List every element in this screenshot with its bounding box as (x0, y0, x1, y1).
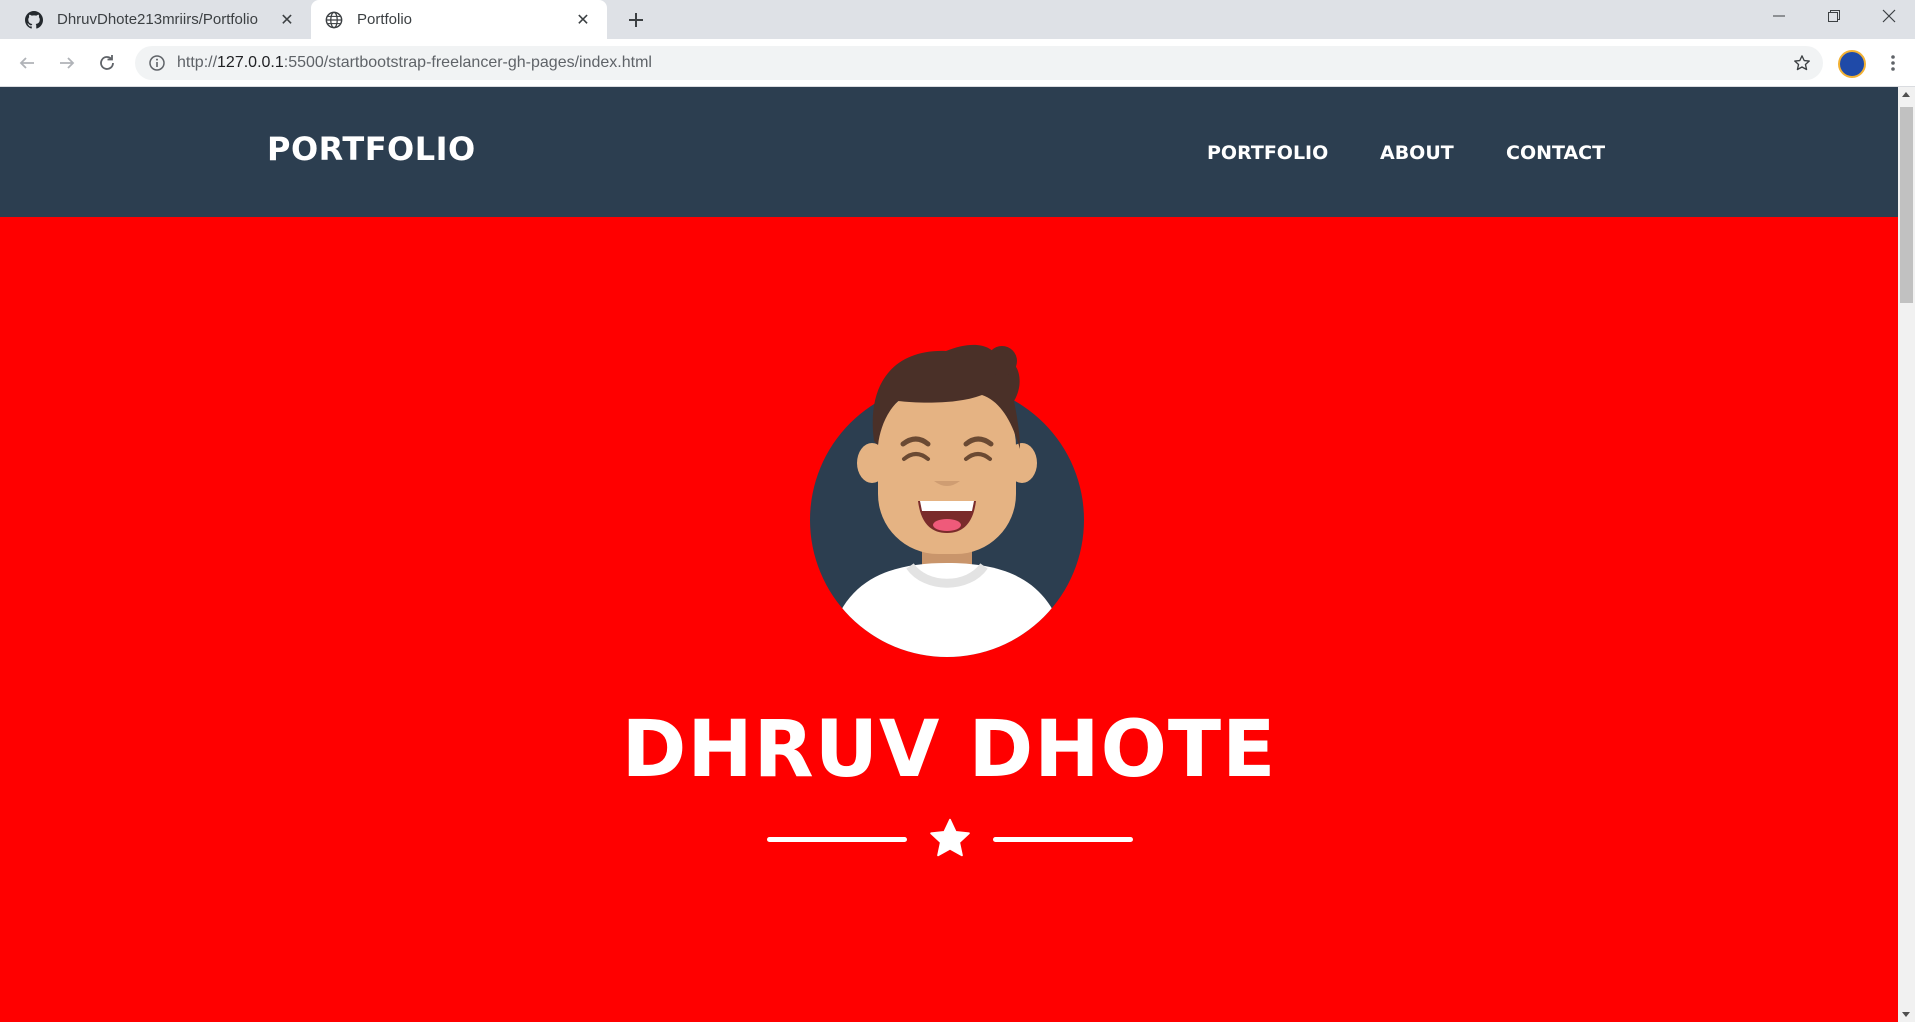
browser-tab-strip: DhruvDhote213mriirs/Portfolio ✕ Portfoli… (0, 0, 1915, 39)
new-tab-button[interactable] (622, 6, 650, 34)
minimize-button[interactable] (1751, 0, 1807, 32)
restore-icon (1828, 10, 1840, 22)
browser-menu-button[interactable] (1879, 49, 1907, 77)
page-viewport: PORTFOLIO PORTFOLIO ABOUT CONTACT DHRUV … (0, 87, 1898, 1022)
url-host: 127.0.0.1 (217, 54, 284, 71)
nav-link-portfolio[interactable]: PORTFOLIO (1207, 142, 1328, 164)
reload-button[interactable] (93, 49, 121, 77)
masthead-title: DHRUV DHOTE (621, 705, 1277, 795)
nav-link-about[interactable]: ABOUT (1380, 142, 1454, 164)
close-icon[interactable]: ✕ (571, 8, 595, 32)
close-icon (1882, 9, 1896, 23)
scroll-down-arrow-icon[interactable] (1902, 1012, 1910, 1017)
tab-title: Portfolio (357, 11, 413, 28)
scroll-up-arrow-icon[interactable] (1902, 92, 1910, 97)
plus-icon (629, 13, 643, 27)
url-scheme: http:// (177, 54, 218, 71)
profile-avatar-button[interactable] (1838, 50, 1866, 78)
arrow-right-icon (60, 57, 75, 69)
browser-toolbar: http://127.0.0.1:5500/startbootstrap-fre… (0, 39, 1915, 87)
scroll-thumb[interactable] (1900, 107, 1913, 303)
restore-button[interactable] (1806, 0, 1862, 32)
masthead: DHRUV DHOTE (0, 217, 1898, 1022)
info-icon[interactable] (148, 54, 166, 72)
url-path: :5500/startbootstrap-freelancer-gh-pages… (283, 54, 652, 71)
star-icon (930, 818, 970, 857)
forward-button[interactable] (53, 49, 81, 77)
star-bookmark-icon[interactable] (1791, 52, 1813, 74)
globe-icon (324, 10, 344, 30)
page-scrollbar[interactable] (1898, 87, 1915, 1022)
nav-link-contact[interactable]: CONTACT (1506, 142, 1605, 164)
browser-tab-portfolio[interactable]: Portfolio ✕ (311, 0, 607, 39)
window-close-button[interactable] (1861, 0, 1915, 32)
browser-tab-github[interactable]: DhruvDhote213mriirs/Portfolio ✕ (11, 0, 311, 39)
reload-icon (100, 55, 114, 70)
minimize-icon (1773, 15, 1785, 17)
site-navbar: PORTFOLIO PORTFOLIO ABOUT CONTACT (0, 87, 1898, 217)
avatar-illustration (810, 344, 1084, 657)
divider-line-right (993, 837, 1133, 842)
github-icon (24, 10, 44, 30)
tab-title: DhruvDhote213mriirs/Portfolio (57, 11, 258, 28)
divider-line-left (767, 837, 907, 842)
url-text: http://127.0.0.1:5500/startbootstrap-fre… (177, 54, 652, 72)
more-vertical-icon (1891, 55, 1895, 71)
back-button[interactable] (13, 49, 41, 77)
arrow-left-icon (19, 57, 34, 69)
close-icon[interactable]: ✕ (275, 8, 299, 32)
address-bar[interactable]: http://127.0.0.1:5500/startbootstrap-fre… (135, 46, 1823, 80)
site-brand-link[interactable]: PORTFOLIO (267, 130, 476, 168)
